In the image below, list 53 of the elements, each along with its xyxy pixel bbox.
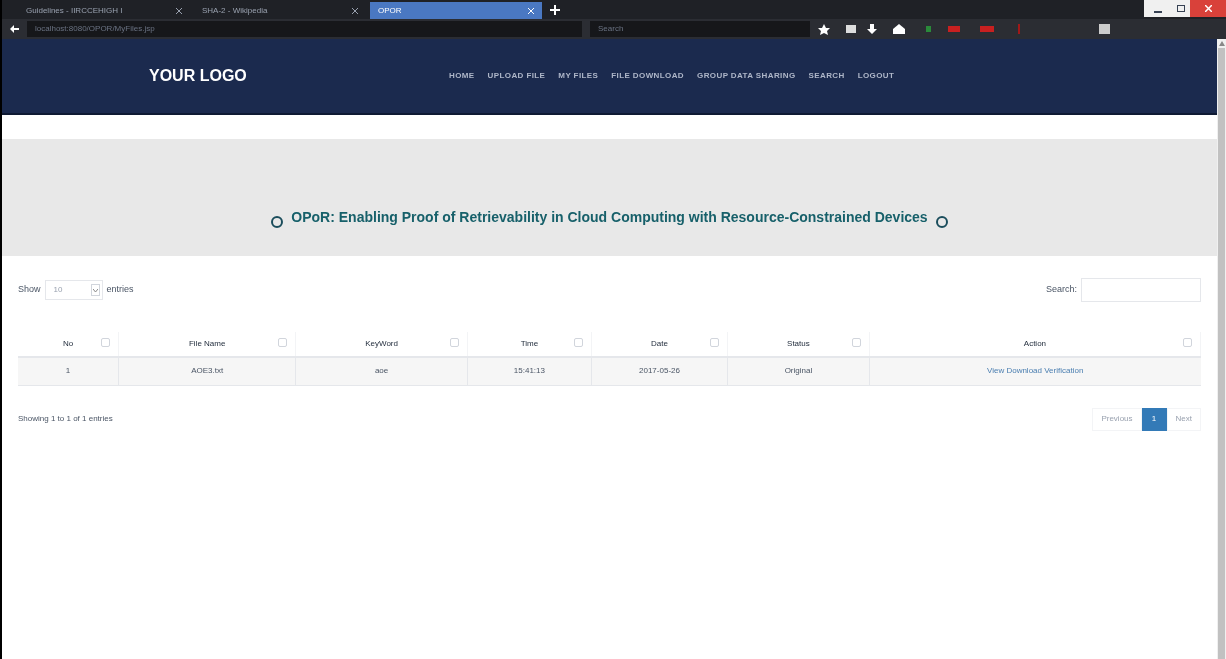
site-logo[interactable]: YOUR LOGO [149, 64, 449, 88]
nav-link[interactable]: FILE DOWNLOAD [611, 70, 685, 82]
table-cell: 2017-05-26 [591, 357, 728, 385]
nav-link[interactable]: MY FILES [558, 70, 599, 82]
column-header[interactable]: Time [467, 332, 592, 357]
table-cell: AOE3.txt [118, 357, 296, 385]
column-header[interactable]: Date [591, 332, 728, 357]
nav-link[interactable]: HOME [449, 70, 475, 82]
nav-link[interactable]: SEARCH [808, 70, 845, 82]
restore-icon[interactable] [1172, 0, 1190, 17]
column-header[interactable]: File Name [118, 332, 296, 357]
table-cell: aoe [295, 357, 468, 385]
sort-icon [574, 338, 583, 347]
close-icon[interactable] [352, 7, 358, 14]
show-label: Show [18, 283, 41, 297]
plus-icon[interactable] [550, 4, 560, 15]
minimize-icon[interactable] [1144, 0, 1172, 17]
ring-icon [271, 216, 284, 228]
search-field[interactable] [1081, 278, 1201, 302]
ring-icon [935, 216, 948, 228]
address-bar[interactable]: localhost:8080/OPOR/MyFiles.jsp [27, 21, 582, 37]
column-header[interactable]: Status [727, 332, 870, 357]
sort-icon [449, 338, 459, 347]
sort-icon [1183, 338, 1192, 347]
browser-tab[interactable]: Guidelines - IIRCCEHIGH I [18, 2, 190, 19]
browser-tab[interactable]: OPOR [370, 2, 542, 19]
table-cell: 15:41:13 [467, 357, 592, 385]
close-icon[interactable] [176, 7, 182, 14]
browser-search-field[interactable]: Search [590, 21, 810, 37]
column-header[interactable]: KeyWord [295, 332, 468, 357]
page-title: OPoR: Enabling Proof of Retrievability in Cloud Computing with Resource-Constrained Devices [291, 208, 928, 227]
dropdown-icon [90, 284, 100, 296]
entries-label: entries [106, 283, 134, 297]
scroll-up-icon[interactable] [1218, 41, 1225, 46]
sort-icon [101, 338, 110, 347]
action-link[interactable]: View Download Verification [987, 366, 1084, 376]
scrollbar[interactable] [1217, 39, 1226, 659]
sort-icon [851, 338, 861, 347]
page-button[interactable]: 1 [1141, 407, 1167, 431]
nav-link[interactable]: UPLOAD FILE [487, 70, 546, 82]
sort-icon [709, 338, 719, 347]
close-window-icon[interactable] [1190, 0, 1226, 17]
table-cell: 1 [18, 357, 119, 385]
search-label: Search: [1045, 283, 1077, 297]
sort-icon [278, 338, 288, 347]
table-cell: Original [727, 357, 870, 385]
nav-link[interactable]: GROUP DATA SHARING [697, 70, 796, 82]
table-info: Showing 1 to 1 of 1 entries [18, 413, 113, 425]
column-header[interactable]: Action [869, 332, 1201, 357]
back-arrow-icon[interactable] [10, 25, 19, 33]
browser-tab[interactable]: SHA-2 - Wikipedia [194, 2, 366, 19]
nav-link[interactable]: LOGOUT [857, 70, 895, 82]
column-header[interactable]: No [18, 332, 119, 357]
